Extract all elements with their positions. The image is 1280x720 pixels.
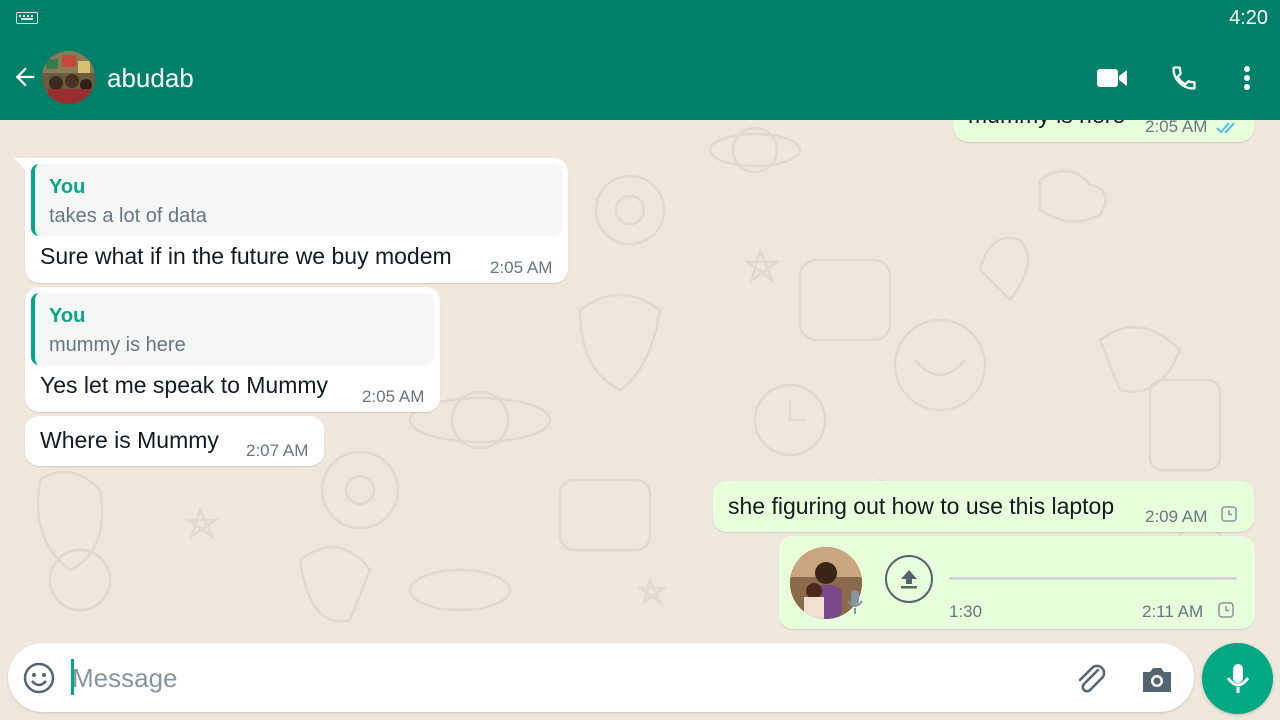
chat-area[interactable]: mummy is here 2:05 AM You takes a lot of… xyxy=(0,120,1280,640)
voice-call-button[interactable] xyxy=(1164,58,1204,98)
incoming-message[interactable]: You takes a lot of data Sure what if in … xyxy=(25,158,568,283)
camera-icon[interactable] xyxy=(1138,660,1176,698)
double-check-read-icon xyxy=(1216,122,1235,134)
back-button[interactable] xyxy=(8,60,42,94)
quote-author: You xyxy=(49,305,86,327)
message-time: 2:07 AM xyxy=(246,441,309,460)
message-text: Sure what if in the future we buy modem xyxy=(40,243,452,269)
clock-pending-icon xyxy=(1221,506,1237,522)
more-vert-icon xyxy=(1244,66,1250,90)
phone-icon xyxy=(1172,66,1196,90)
status-bar: 4:20 xyxy=(0,0,1280,36)
voice-record-button[interactable] xyxy=(1202,643,1273,714)
video-call-button[interactable] xyxy=(1092,58,1132,98)
avatar-image xyxy=(42,51,95,104)
quote-text: takes a lot of data xyxy=(49,205,207,227)
clock-pending-icon xyxy=(1218,602,1234,618)
quote-text: mummy is here xyxy=(49,334,186,356)
mic-badge-icon xyxy=(847,590,863,614)
contact-name[interactable]: abudab xyxy=(107,63,194,94)
contact-avatar[interactable] xyxy=(42,51,95,104)
microphone-icon xyxy=(1226,663,1249,693)
voice-message[interactable]: 1:30 2:11 AM xyxy=(779,536,1255,629)
message-input[interactable] xyxy=(72,657,1052,699)
quoted-message[interactable]: You mummy is here xyxy=(31,293,434,365)
keyboard-icon xyxy=(16,12,38,24)
upload-button[interactable] xyxy=(885,555,933,603)
arrow-left-icon xyxy=(15,67,35,87)
outgoing-message[interactable]: she figuring out how to use this laptop … xyxy=(713,481,1254,532)
message-time: 2:05 AM xyxy=(362,387,425,406)
emoji-icon[interactable] xyxy=(22,661,56,695)
message-text: mummy is here xyxy=(968,120,1125,129)
message-time: 2:05 AM xyxy=(490,258,553,277)
status-time: 4:20 xyxy=(1229,7,1268,29)
outgoing-message[interactable]: mummy is here 2:05 AM xyxy=(954,120,1254,142)
paperclip-icon[interactable] xyxy=(1072,660,1110,698)
message-time: 2:05 AM xyxy=(1145,120,1208,136)
incoming-message[interactable]: You mummy is here Yes let me speak to Mu… xyxy=(25,287,440,412)
upload-arrow-icon xyxy=(901,570,917,589)
message-composer xyxy=(8,643,1194,712)
video-call-icon xyxy=(1097,69,1127,87)
quote-author: You xyxy=(49,176,86,198)
voice-duration: 1:30 xyxy=(949,602,983,621)
more-options-button[interactable] xyxy=(1227,58,1267,98)
top-bar: 4:20 abudab xyxy=(0,0,1280,120)
message-text: Yes let me speak to Mummy xyxy=(40,372,329,398)
message-time: 2:11 AM xyxy=(1142,602,1204,621)
message-text: she figuring out how to use this laptop xyxy=(728,493,1115,519)
incoming-message[interactable]: Where is Mummy 2:07 AM xyxy=(25,416,324,466)
quoted-message[interactable]: You takes a lot of data xyxy=(31,164,562,236)
message-time: 2:09 AM xyxy=(1145,507,1208,526)
message-text: Where is Mummy xyxy=(40,427,219,453)
voice-progress-track[interactable] xyxy=(949,577,1237,580)
